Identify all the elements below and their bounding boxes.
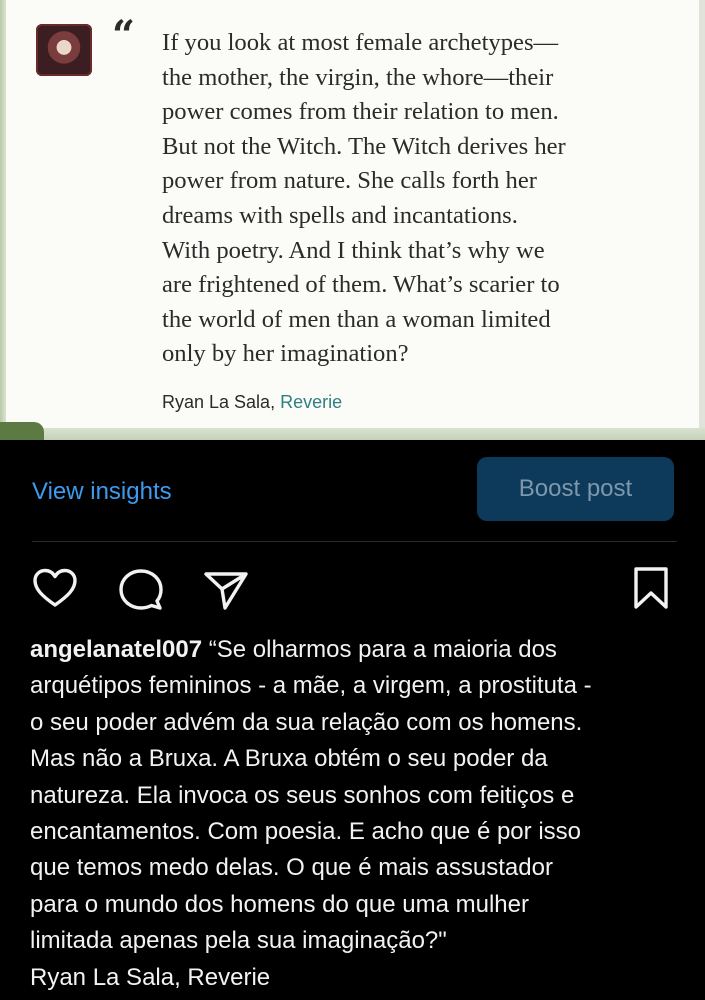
quote-line: But not the Witch. The Witch derives her (162, 132, 566, 160)
divider (32, 541, 677, 542)
bookmark-icon[interactable] (633, 566, 669, 610)
caption-line: para o mundo dos homens do que uma mulhe… (30, 890, 529, 918)
caption-line: natureza. Ela invoca os seus sonhos com … (30, 781, 575, 809)
caption-line: Ryan La Sala, Reverie (30, 963, 271, 991)
paper-plane-icon[interactable] (203, 570, 249, 610)
caption-line: que temos medo delas. O que é mais assus… (30, 854, 553, 882)
caption-line: arquétipos femininos - a mãe, a virgem, … (30, 672, 592, 700)
comment-bubble-icon[interactable] (118, 568, 164, 612)
post-caption: angelanatel007 “Se olharmos para a maior… (30, 632, 680, 996)
quote-author: Ryan La Sala, (162, 392, 276, 412)
quote-line: the mother, the virgin, the whore—their (162, 63, 554, 91)
quote-book-title: Reverie (280, 392, 343, 412)
quote-line: only by her imagination? (162, 340, 409, 368)
caption-line: encantamentos. Com poesia. E acho que é … (30, 818, 581, 846)
caption-line: o seu poder advém da sua relação com os … (30, 708, 583, 736)
quote-line: power comes from their relation to men. (162, 98, 559, 126)
background-leaf (0, 422, 44, 440)
quote-text: If you look at most female archetypes— t… (162, 26, 692, 372)
quote-line: If you look at most female archetypes— (162, 29, 559, 56)
quote-line: With poetry. And I think that’s why we (162, 236, 545, 264)
quote-line: are frightened of them. What’s scarier t… (162, 271, 560, 299)
quote-author-avatar (36, 24, 92, 76)
quote-mark-icon: “ (112, 12, 136, 59)
caption-text: “Se olharmos para a maioria dos (202, 636, 557, 663)
post-image[interactable]: “ If you look at most female archetypes—… (0, 0, 705, 440)
boost-post-button[interactable]: Boost post (477, 457, 674, 521)
heart-icon[interactable] (32, 568, 78, 608)
caption-first-line: angelanatel007 “Se olharmos para a maior… (30, 632, 680, 668)
quote-line: the world of men than a woman limited (162, 305, 551, 333)
image-border-bottom (0, 428, 705, 440)
caption-line: Mas não a Bruxa. A Bruxa obtém o seu pod… (30, 745, 548, 773)
view-insights-link[interactable]: View insights (32, 478, 172, 506)
quote-line: dreams with spells and incantations. (162, 201, 518, 229)
caption-username[interactable]: angelanatel007 (30, 636, 202, 663)
quote-line: power from nature. She calls forth her (162, 167, 537, 195)
caption-line: limitada apenas pela sua imaginação?" (30, 927, 447, 955)
quote-attribution: Ryan La Sala, Reverie (162, 392, 342, 413)
